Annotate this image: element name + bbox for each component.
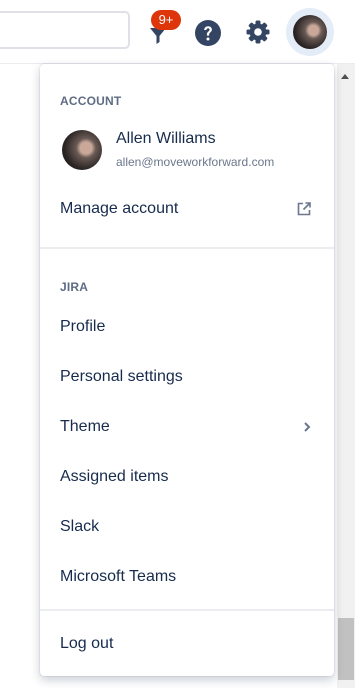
chevron-right-icon bbox=[304, 422, 311, 432]
menu-item-label: Profile bbox=[60, 318, 106, 335]
menu-item-log-out[interactable]: Log out bbox=[40, 624, 334, 664]
menu-item-label: Assigned items bbox=[60, 468, 169, 485]
help-button[interactable] bbox=[194, 19, 222, 47]
scroll-up-arrow-icon[interactable] bbox=[341, 74, 349, 79]
menu-item-slack[interactable]: Slack bbox=[40, 507, 334, 547]
menu-item-manage-account[interactable]: Manage account bbox=[40, 189, 334, 229]
notifications-button[interactable]: 9+ bbox=[144, 10, 181, 46]
menu-item-label: Slack bbox=[60, 518, 100, 535]
menu-item-label: Log out bbox=[60, 635, 114, 652]
menu-item-profile[interactable]: Profile bbox=[40, 307, 334, 347]
menu-item-label: Theme bbox=[60, 418, 110, 435]
menu-item-label: Personal settings bbox=[60, 368, 183, 385]
external-link-icon bbox=[297, 202, 311, 216]
menu-item-microsoft-teams[interactable]: Microsoft Teams bbox=[40, 557, 334, 597]
search-input[interactable] bbox=[0, 11, 130, 49]
user-profile-summary: Allen Williams allen@moveworkforward.com bbox=[60, 126, 320, 176]
menu-item-label: Manage account bbox=[60, 200, 179, 217]
jira-section-heading: JIRA bbox=[60, 280, 89, 294]
notification-count-badge: 9+ bbox=[151, 10, 181, 30]
profile-dropdown-menu: ACCOUNT Allen Williams allen@moveworkfor… bbox=[40, 64, 334, 676]
menu-item-theme[interactable]: Theme bbox=[40, 407, 334, 447]
menu-item-personal-settings[interactable]: Personal settings bbox=[40, 357, 334, 397]
help-icon bbox=[195, 20, 221, 46]
gear-icon bbox=[246, 20, 270, 44]
user-email: allen@moveworkforward.com bbox=[116, 155, 275, 169]
avatar bbox=[293, 15, 327, 49]
menu-item-assigned-items[interactable]: Assigned items bbox=[40, 457, 334, 497]
settings-button[interactable] bbox=[244, 18, 272, 46]
menu-item-label: Microsoft Teams bbox=[60, 568, 177, 585]
divider bbox=[40, 247, 334, 249]
page-scrollbar[interactable] bbox=[337, 64, 355, 688]
divider bbox=[40, 609, 334, 611]
top-navigation-bar: 9+ bbox=[0, 0, 355, 64]
user-name: Allen Williams bbox=[116, 130, 216, 147]
profile-menu-button[interactable] bbox=[286, 8, 334, 56]
account-section-heading: ACCOUNT bbox=[60, 94, 122, 108]
scrollbar-thumb[interactable] bbox=[338, 618, 354, 680]
user-avatar bbox=[62, 130, 102, 170]
